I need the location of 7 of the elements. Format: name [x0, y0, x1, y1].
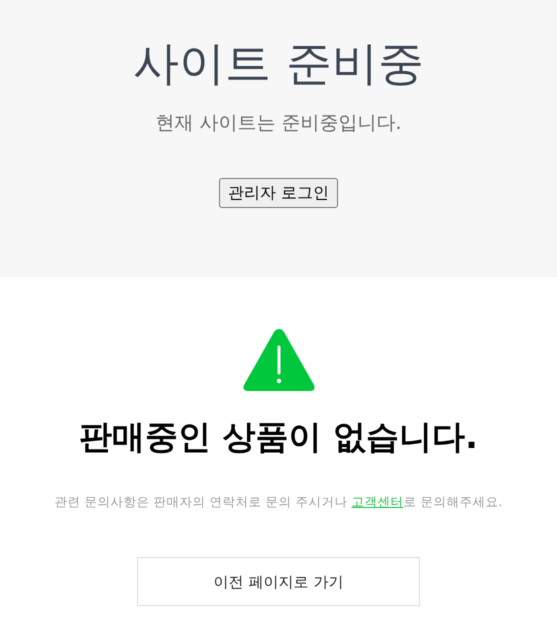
- back-button[interactable]: 이전 페이지로 가기: [137, 557, 420, 606]
- page-title: 사이트 준비중: [132, 36, 425, 92]
- status-message: 현재 사이트는 준비중입니다.: [154, 111, 403, 136]
- admin-login-button[interactable]: 관리자 로그인: [218, 178, 338, 208]
- warning-icon: [242, 327, 316, 393]
- notice-heading: 판매중인 상품이 없습니다.: [78, 417, 479, 457]
- notice-message: 관련 문의사항은 판매자의 연락처로 문의 주시거나 고객센터 로 문의해주세요.: [54, 492, 504, 511]
